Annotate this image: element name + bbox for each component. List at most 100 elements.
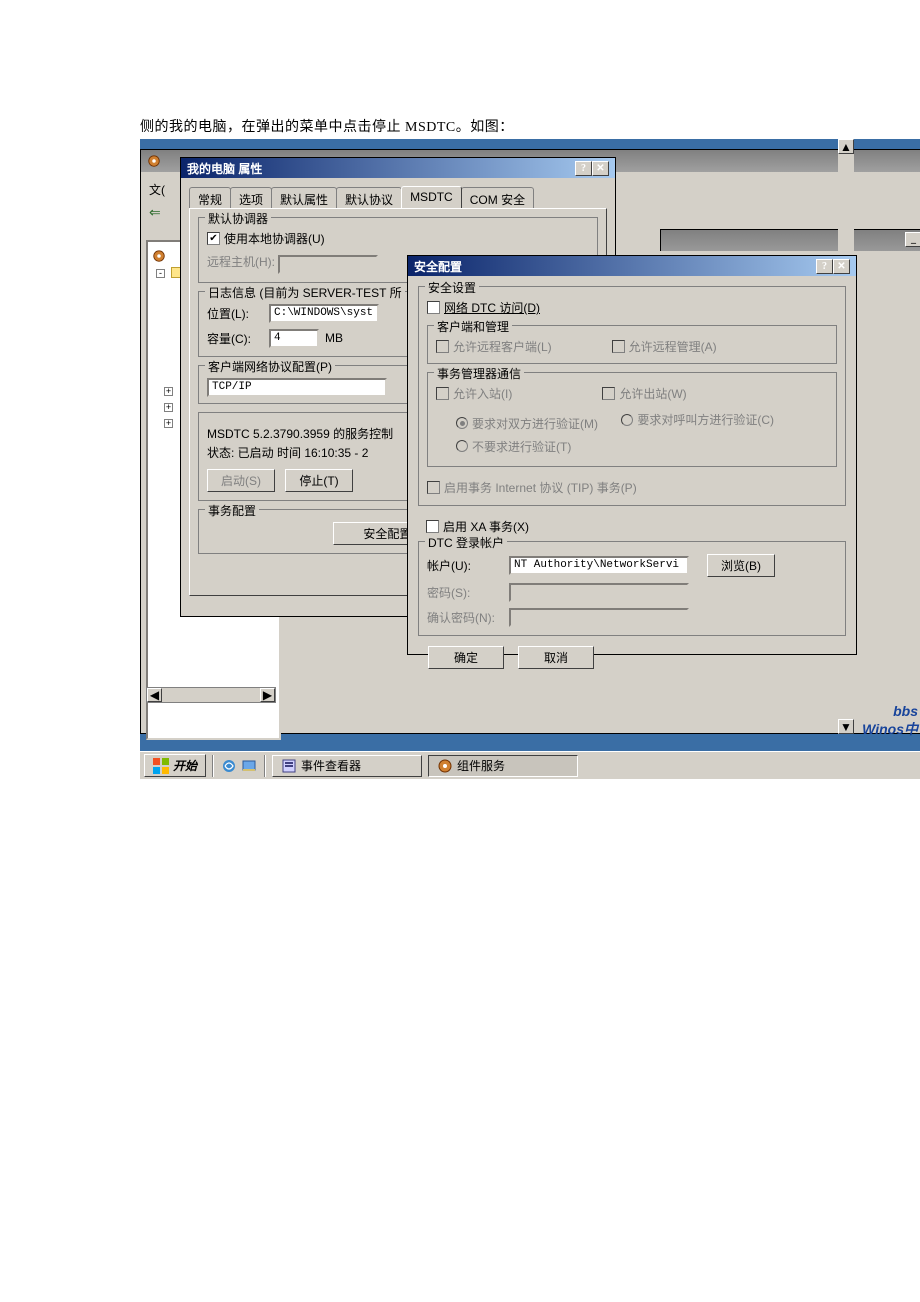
stop-button[interactable]: 停止(T) xyxy=(285,469,353,492)
checkbox-icon xyxy=(426,520,439,533)
tab-msdtc[interactable]: MSDTC xyxy=(401,186,462,208)
checkbox-label: 允许远程客户端(L) xyxy=(453,338,552,355)
tab-default-protocols[interactable]: 默认协议 xyxy=(336,187,402,209)
location-input[interactable] xyxy=(269,304,379,323)
client-protocol-input[interactable] xyxy=(207,378,387,397)
start-button[interactable]: 开始 xyxy=(144,754,206,777)
account-label: 帐户(U): xyxy=(427,557,503,574)
tree-collapse-icon[interactable]: - xyxy=(156,269,165,278)
use-local-coordinator-checkbox[interactable]: ✔ 使用本地协调器(U) xyxy=(207,230,325,247)
horizontal-scrollbar[interactable]: ◀ ▶ xyxy=(146,687,276,703)
checkbox-icon xyxy=(427,481,440,494)
watermark-text: bbs Winos中 xyxy=(862,703,918,739)
tab-general[interactable]: 常规 xyxy=(189,187,231,209)
security-titlebar[interactable]: 安全配置 ? ✕ xyxy=(408,256,856,276)
radio-label: 不要求进行验证(T) xyxy=(472,438,571,455)
taskbar-component-services[interactable]: 组件服务 xyxy=(428,755,578,777)
windows-logo-icon xyxy=(153,758,169,774)
properties-titlebar[interactable]: 我的电脑 属性 ? ✕ xyxy=(181,158,615,178)
checkbox-label: 允许出站(W) xyxy=(619,385,686,402)
dialog-title: 我的电脑 属性 xyxy=(187,160,262,177)
checkbox-icon: ✔ xyxy=(207,232,220,245)
client-admin-group: 客户端和管理 允许远程客户端(L) 允许远程管理(A) xyxy=(427,325,837,364)
password-label: 密码(S): xyxy=(427,584,503,601)
quick-launch xyxy=(220,757,258,775)
desktop-icon[interactable] xyxy=(240,757,258,775)
group-title: 客户端和管理 xyxy=(434,318,512,335)
group-title: 客户端网络协议配置(P) xyxy=(205,358,335,375)
checkbox-label: 允许远程管理(A) xyxy=(629,338,717,355)
tab-com-security[interactable]: COM 安全 xyxy=(461,187,534,209)
radio-icon xyxy=(456,417,468,429)
scroll-up-icon[interactable]: ▲ xyxy=(838,139,854,154)
bbs-label: bbs xyxy=(862,703,918,719)
scroll-right-icon[interactable]: ▶ xyxy=(260,688,275,702)
ok-button[interactable]: 确定 xyxy=(428,646,504,669)
taskbar: 开始 事件查看器 组件服务 xyxy=(140,751,920,779)
cancel-button[interactable]: 取消 xyxy=(518,646,594,669)
radio-icon xyxy=(456,440,468,452)
network-dtc-access-checkbox[interactable]: 网络 DTC 访问(D) xyxy=(427,299,540,316)
back-arrow-icon[interactable]: ⇐ xyxy=(149,204,161,221)
checkbox-label: 网络 DTC 访问(D) xyxy=(444,299,540,316)
capacity-input[interactable] xyxy=(269,329,319,348)
group-title: 事务管理器通信 xyxy=(434,365,524,382)
desktop-area: 文( ⇐ - + + + ◀ ▶ _ □ ✕ ▲ xyxy=(140,139,920,779)
checkbox-label: 允许入站(I) xyxy=(453,385,512,402)
minimize-button[interactable]: _ xyxy=(905,232,920,247)
tree-expand-icon[interactable]: + xyxy=(164,419,173,428)
group-title: 安全设置 xyxy=(425,279,479,296)
bg-menu-file[interactable]: 文( xyxy=(149,181,165,198)
group-title: DTC 登录帐户 xyxy=(425,534,507,551)
task-label: 组件服务 xyxy=(457,757,505,774)
account-input[interactable] xyxy=(509,556,689,575)
scroll-left-icon[interactable]: ◀ xyxy=(147,688,162,702)
allow-remote-client-checkbox: 允许远程客户端(L) xyxy=(436,338,552,355)
checkbox-icon xyxy=(612,340,625,353)
checkbox-label: 使用本地协调器(U) xyxy=(224,230,325,247)
start-label: 开始 xyxy=(173,757,197,774)
event-viewer-icon xyxy=(281,758,297,774)
checkbox-label: 启用 XA 事务(X) xyxy=(443,518,529,535)
confirm-password-input xyxy=(509,608,689,627)
tx-manager-comm-group: 事务管理器通信 允许入站(I) 允许出站(W) 要求对双方进行验 xyxy=(427,372,837,467)
capacity-label: 容量(C): xyxy=(207,330,263,347)
enable-xa-checkbox[interactable]: 启用 XA 事务(X) xyxy=(426,518,529,535)
help-button[interactable]: ? xyxy=(816,259,833,274)
tree-expand-icon[interactable]: + xyxy=(164,403,173,412)
capacity-unit: MB xyxy=(325,331,343,345)
allow-remote-admin-checkbox: 允许远程管理(A) xyxy=(612,338,717,355)
doc-instruction-text: 侧的我的电脑，在弹出的菜单中点击停止 MSDTC。如图： xyxy=(140,116,514,136)
inner-inactive-titlebar[interactable]: _ □ ✕ xyxy=(660,229,920,251)
gear-icon xyxy=(152,249,166,263)
group-title: 默认协调器 xyxy=(205,210,271,227)
browse-button[interactable]: 浏览(B) xyxy=(707,554,775,577)
ie-icon[interactable] xyxy=(220,757,238,775)
dtc-logon-account-group: DTC 登录帐户 帐户(U): 浏览(B) 密码(S): 确认密码(N): xyxy=(418,541,846,636)
tab-strip: 常规 选项 默认属性 默认协议 MSDTC COM 安全 xyxy=(189,186,607,208)
taskbar-separator xyxy=(212,755,214,777)
help-button[interactable]: ? xyxy=(575,161,592,176)
task-label: 事件查看器 xyxy=(301,757,361,774)
dialog-title: 安全配置 xyxy=(414,258,462,275)
auth-caller-radio: 要求对呼叫方进行验证(C) xyxy=(621,411,774,428)
security-settings-group: 安全设置 网络 DTC 访问(D) 客户端和管理 允许远程客户端(L) xyxy=(418,286,846,506)
radio-icon xyxy=(621,414,633,426)
group-title: 事务配置 xyxy=(205,502,259,519)
taskbar-event-viewer[interactable]: 事件查看器 xyxy=(272,755,422,777)
close-button[interactable]: ✕ xyxy=(833,259,850,274)
close-button[interactable]: ✕ xyxy=(592,161,609,176)
checkbox-icon xyxy=(436,387,449,400)
enable-tip-checkbox: 启用事务 Internet 协议 (TIP) 事务(P) xyxy=(427,479,637,496)
tree-expand-icon[interactable]: + xyxy=(164,387,173,396)
auth-none-radio: 不要求进行验证(T) xyxy=(456,438,571,455)
allow-outbound-checkbox: 允许出站(W) xyxy=(602,385,686,402)
scroll-down-icon[interactable]: ▼ xyxy=(838,719,854,734)
security-config-dialog: 安全配置 ? ✕ 安全设置 网络 DTC 访问(D) 客户端和管理 xyxy=(407,255,857,655)
auth-mutual-radio: 要求对双方进行验证(M) xyxy=(456,415,598,432)
taskbar-separator xyxy=(264,755,266,777)
winos-label: Winos中 xyxy=(862,719,918,739)
group-title: 日志信息 (目前为 SERVER-TEST 所 xyxy=(205,284,405,301)
tab-default-properties[interactable]: 默认属性 xyxy=(271,187,337,209)
tab-options[interactable]: 选项 xyxy=(230,187,272,209)
